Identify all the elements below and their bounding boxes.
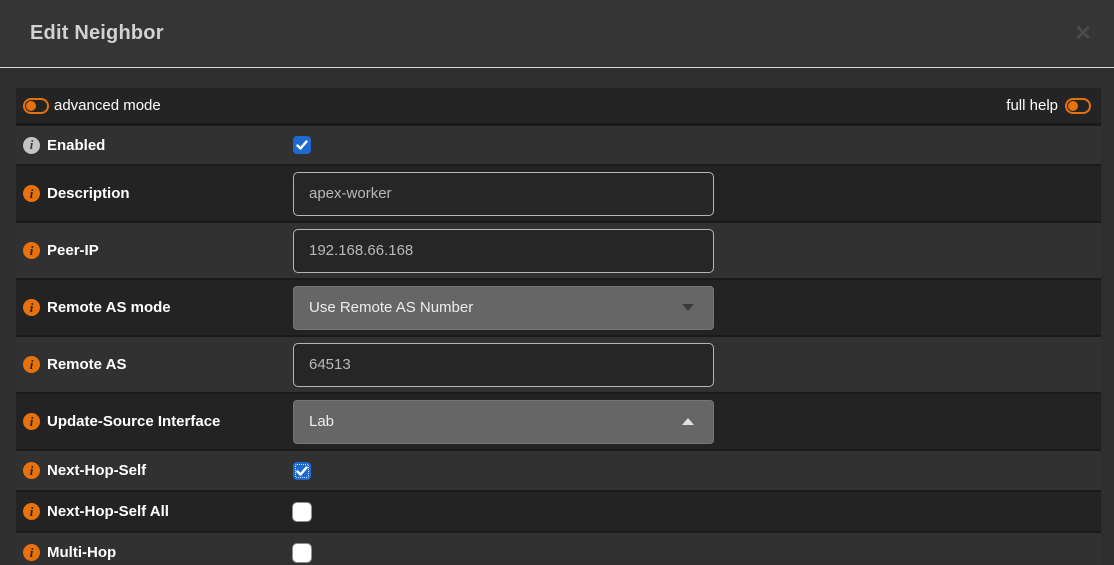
remote-as-input[interactable] [293,343,714,387]
field-label: Peer-IP [47,242,99,259]
modal-header: Edit Neighbor ✕ [0,0,1114,68]
full-help-toggle[interactable]: full help [1006,97,1091,114]
info-icon[interactable]: i [23,299,40,316]
form-row-multi-hop: i Multi-Hop [16,531,1101,565]
form-row-peer-ip: i Peer-IP [16,221,1101,278]
info-icon[interactable]: i [23,544,40,561]
toggle-off-icon[interactable] [23,98,49,114]
field-label: Description [47,185,130,202]
selected-option: Use Remote AS Number [309,299,473,316]
field-label: Remote AS mode [47,299,171,316]
modal-body: advanced mode full help i Enabled i Desc… [0,68,1114,565]
info-icon[interactable]: i [23,137,40,154]
check-icon [296,465,308,477]
info-icon[interactable]: i [23,185,40,202]
selected-option: Lab [309,413,334,430]
close-icon[interactable]: ✕ [1074,23,1092,44]
info-icon[interactable]: i [23,356,40,373]
form-row-next-hop-self-all: i Next-Hop-Self All [16,490,1101,531]
next-hop-self-checkbox[interactable] [293,462,311,480]
field-label: Next-Hop-Self All [47,503,169,520]
field-label: Next-Hop-Self [47,462,146,479]
peer-ip-input[interactable] [293,229,714,273]
form-row-description: i Description [16,164,1101,221]
info-icon[interactable]: i [23,413,40,430]
field-label: Update-Source Interface [47,413,220,430]
enabled-checkbox[interactable] [293,136,311,154]
full-help-label: full help [1006,97,1058,114]
check-icon [296,139,308,151]
modal-title: Edit Neighbor [30,22,164,45]
form-row-next-hop-self: i Next-Hop-Self [16,449,1101,490]
form-row-update-source-interface: i Update-Source Interface Lab [16,392,1101,449]
field-label: Remote AS [47,356,126,373]
options-bar: advanced mode full help [16,88,1101,123]
chevron-down-icon [682,304,694,311]
toggle-off-icon[interactable] [1065,98,1091,114]
field-label: Enabled [47,137,105,154]
description-input[interactable] [293,172,714,216]
form-row-enabled: i Enabled [16,123,1101,164]
multi-hop-checkbox[interactable] [293,544,311,562]
form-row-remote-as-mode: i Remote AS mode Use Remote AS Number [16,278,1101,335]
info-icon[interactable]: i [23,242,40,259]
remote-as-mode-select[interactable]: Use Remote AS Number [293,286,714,330]
advanced-mode-label: advanced mode [54,97,161,114]
info-icon[interactable]: i [23,503,40,520]
chevron-up-icon [682,418,694,425]
next-hop-self-all-checkbox[interactable] [293,503,311,521]
form-row-remote-as: i Remote AS [16,335,1101,392]
update-source-interface-select[interactable]: Lab [293,400,714,444]
advanced-mode-toggle[interactable]: advanced mode [23,97,161,114]
field-label: Multi-Hop [47,544,116,561]
info-icon[interactable]: i [23,462,40,479]
